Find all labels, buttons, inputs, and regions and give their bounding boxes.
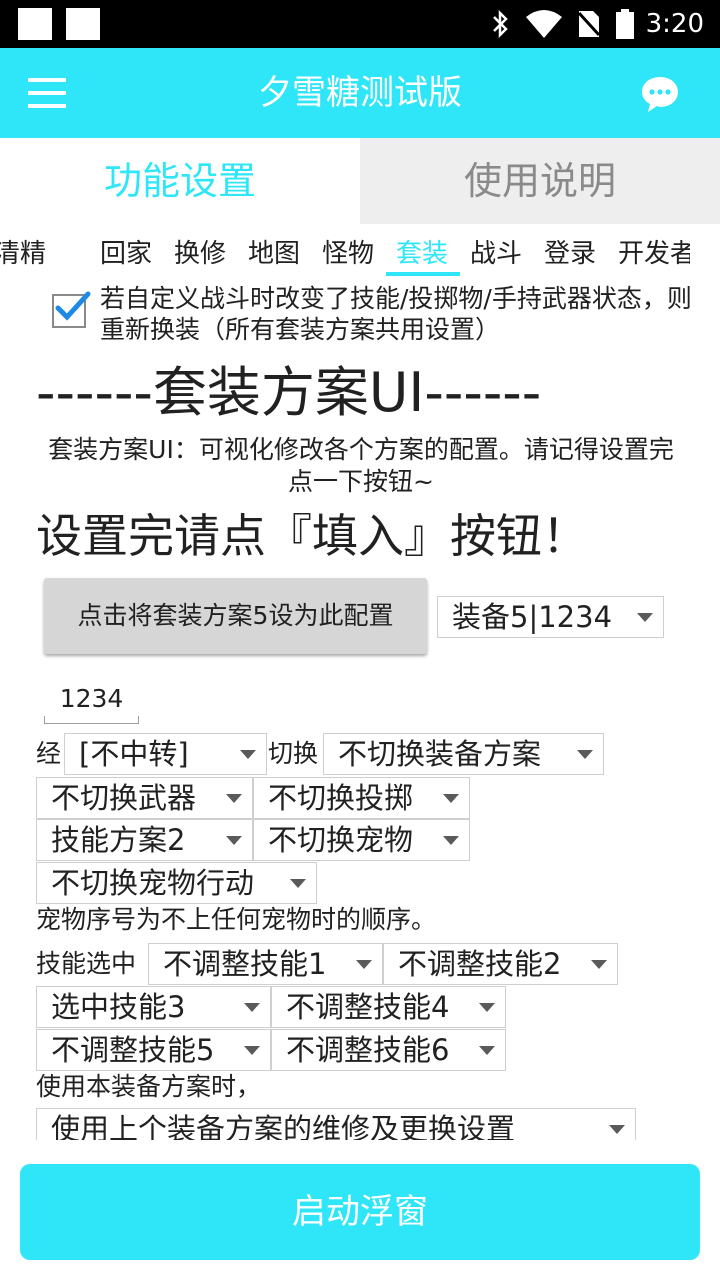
- throw-select-value: 不切换投掷: [268, 781, 414, 815]
- app-bar: 夕雪糖测试版: [0, 48, 720, 138]
- dropdown-arrow-icon: [609, 1125, 625, 1134]
- tab-function-settings[interactable]: 功能设置: [0, 138, 360, 224]
- no-sim-icon: [574, 8, 604, 40]
- sub-tab[interactable]: 战斗: [470, 234, 522, 274]
- scroll-clip: 使用上个装备方案的维修及更换设置: [0, 1100, 720, 1140]
- checkbox-label: 若自定义战斗时改变了技能/投掷物/手持武器状态，则重新换装（所有套装方案共用设置…: [100, 284, 692, 344]
- section-heading: ------套装方案UI------: [36, 361, 542, 424]
- dropdown-arrow-icon: [240, 750, 256, 759]
- pet-action-select[interactable]: 不切换宠物行动: [36, 862, 317, 904]
- scheme-select-value: 装备5|1234: [452, 600, 613, 634]
- skill6-select-value: 不调整技能6: [286, 1033, 450, 1067]
- dropdown-arrow-icon: [479, 1046, 495, 1055]
- dropdown-arrow-icon: [577, 750, 593, 759]
- dropdown-arrow-icon: [290, 879, 306, 888]
- section-description: 套装方案UI：可视化修改各个方案的配置。请记得设置完点一下按钮~: [48, 435, 674, 496]
- skill5-select-value: 不调整技能5: [51, 1033, 215, 1067]
- skill-plan-select-value: 技能方案2: [51, 823, 186, 857]
- dropdown-arrow-icon: [244, 1003, 260, 1012]
- app-title: 夕雪糖测试版: [258, 73, 462, 113]
- skill3-select[interactable]: 选中技能3: [36, 986, 271, 1028]
- chat-icon[interactable]: [640, 74, 680, 114]
- weapon-select[interactable]: 不切换武器: [36, 777, 253, 819]
- when-use-label: 使用本装备方案时，: [36, 1072, 262, 1101]
- throw-select[interactable]: 不切换投掷: [253, 777, 470, 819]
- dropdown-arrow-icon: [479, 1003, 495, 1012]
- sub-tab[interactable]: 开发者: [618, 234, 690, 274]
- dropdown-arrow-icon: [226, 836, 242, 845]
- dropdown-arrow-icon: [443, 836, 459, 845]
- transfer-select[interactable]: [不中转]: [64, 733, 267, 775]
- dropdown-arrow-icon: [591, 960, 607, 969]
- skill5-select[interactable]: 不调整技能5: [36, 1029, 271, 1071]
- skill-plan-select[interactable]: 技能方案2: [36, 819, 253, 861]
- dropdown-arrow-icon: [443, 794, 459, 803]
- exp-label: 经: [36, 739, 62, 768]
- scheme-name-underline: [44, 716, 139, 724]
- skill4-select-value: 不调整技能4: [286, 990, 450, 1024]
- equip-plan-select[interactable]: 不切换装备方案: [323, 733, 604, 775]
- sub-tab[interactable]: 怪物: [322, 234, 374, 274]
- rechange-checkbox[interactable]: [52, 291, 91, 328]
- skill3-select-value: 选中技能3: [51, 990, 186, 1024]
- dropdown-arrow-icon: [356, 960, 372, 969]
- status-bar: 3:20: [0, 0, 720, 48]
- sub-tab[interactable]: 换修: [174, 234, 226, 274]
- dropdown-arrow-icon: [637, 613, 653, 622]
- sub-tab-bar: 清精 回家 换修 地图 怪物 套装 战斗 登录 开发者: [0, 228, 690, 280]
- dropdown-arrow-icon: [244, 1046, 260, 1055]
- pet-order-note: 宠物序号为不上任何宠物时的顺序。: [36, 905, 437, 934]
- sub-tab[interactable]: 回家: [100, 234, 152, 274]
- skill2-select-value: 不调整技能2: [398, 947, 562, 981]
- skill-select-label: 技能选中: [36, 949, 137, 978]
- sub-tab[interactable]: 地图: [248, 234, 300, 274]
- transfer-select-value: [不中转]: [79, 737, 189, 771]
- skill6-select[interactable]: 不调整技能6: [271, 1029, 506, 1071]
- pet-action-select-value: 不切换宠物行动: [51, 866, 255, 900]
- repair-select[interactable]: 使用上个装备方案的维修及更换设置: [36, 1108, 636, 1140]
- bluetooth-icon: [488, 8, 512, 40]
- scheme-select[interactable]: 装备5|1234: [437, 596, 664, 638]
- start-float-window-button[interactable]: 启动浮窗: [20, 1164, 700, 1260]
- sub-tab-active[interactable]: 套装: [396, 234, 448, 274]
- tab-usage-guide[interactable]: 使用说明: [360, 138, 720, 224]
- skill2-select[interactable]: 不调整技能2: [383, 943, 618, 985]
- pet-select[interactable]: 不切换宠物: [253, 819, 470, 861]
- notification-icon: [66, 8, 100, 40]
- apply-scheme-button[interactable]: 点击将套装方案5设为此配置: [44, 578, 427, 654]
- skill1-select-value: 不调整技能1: [163, 947, 327, 981]
- wifi-icon: [524, 8, 564, 40]
- equip-plan-select-value: 不切换装备方案: [338, 737, 542, 771]
- battery-icon: [614, 8, 636, 40]
- fill-in-notice: 设置完请点『填入』按钮！: [36, 509, 588, 563]
- sub-tab[interactable]: 登录: [544, 234, 596, 274]
- switch-label: 切换: [268, 739, 319, 768]
- weapon-select-value: 不切换武器: [51, 781, 197, 815]
- skill1-select[interactable]: 不调整技能1: [148, 943, 383, 985]
- sub-tab[interactable]: 清精: [0, 234, 46, 274]
- status-time: 3:20: [645, 9, 704, 39]
- repair-select-value: 使用上个装备方案的维修及更换设置: [51, 1112, 516, 1140]
- notification-icon: [18, 8, 52, 40]
- sub-tab-indicator: [386, 272, 460, 276]
- skill4-select[interactable]: 不调整技能4: [271, 986, 506, 1028]
- dropdown-arrow-icon: [226, 794, 242, 803]
- pet-select-value: 不切换宠物: [268, 823, 414, 857]
